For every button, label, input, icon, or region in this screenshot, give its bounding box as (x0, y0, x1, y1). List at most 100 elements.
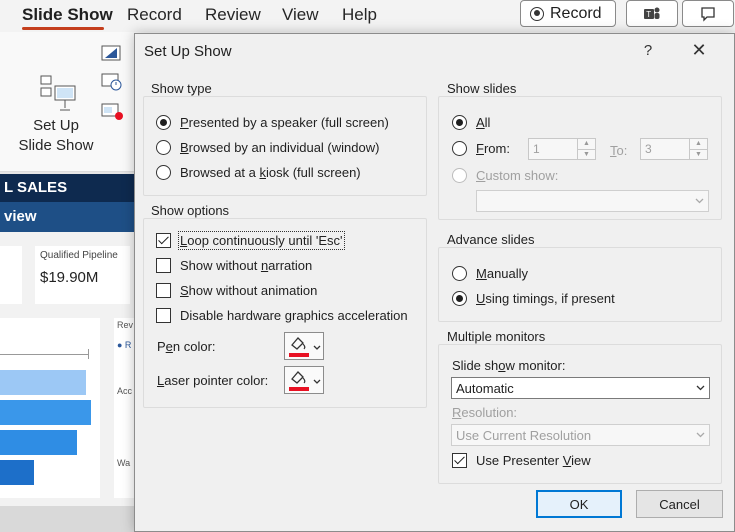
radio-button[interactable] (156, 165, 171, 180)
from-slide-value: 1 (533, 142, 540, 156)
ribbon-tab-bar: Slide Show Record Review View Help Recor… (0, 0, 735, 32)
from-slide-spinner[interactable]: 1 ▲ ▼ (528, 138, 596, 160)
checkbox-without-animation[interactable]: Show without animation (156, 283, 317, 298)
radio-using-timings[interactable]: Using timings, if present (452, 291, 615, 306)
chevron-down-icon (693, 378, 707, 398)
radio-label: All (476, 115, 491, 130)
checkbox[interactable] (156, 308, 171, 323)
hide-slide-icon[interactable] (101, 44, 123, 67)
radio-browsed-by-individual[interactable]: Browsed by an individual (window) (156, 140, 379, 155)
laser-color-icon (289, 369, 309, 391)
radio-label: Presented by a speaker (full screen) (180, 115, 389, 130)
checkbox[interactable] (156, 258, 171, 273)
kpi-card (0, 246, 22, 304)
to-label: To: (610, 143, 628, 158)
checkbox[interactable] (156, 283, 171, 298)
comment-icon (701, 6, 715, 22)
tab-review[interactable]: Review (205, 5, 261, 25)
slide-show-monitor-dropdown[interactable]: Automatic (451, 377, 710, 399)
spin-up-icon[interactable]: ▲ (690, 139, 707, 149)
chevron-down-icon (313, 373, 321, 388)
checkbox-label: Disable hardware graphics acceleration (180, 308, 408, 323)
pen-color-label: Pen color: (157, 339, 216, 354)
to-slide-value: 3 (645, 142, 652, 156)
chart-bar (0, 400, 91, 425)
show-slides-label: Show slides (445, 81, 519, 96)
to-slide-spinner[interactable]: 3 ▲ ▼ (640, 138, 708, 160)
checkbox-label: Show without narration (180, 258, 313, 273)
monitor-selected-value: Automatic (456, 380, 514, 396)
active-tab-indicator (22, 27, 104, 30)
radio-button[interactable] (452, 115, 467, 130)
pen-color-button[interactable] (284, 332, 324, 360)
radio-advance-manually[interactable]: Manually (452, 266, 528, 281)
chevron-down-icon (692, 191, 706, 211)
radio-button[interactable] (452, 291, 467, 306)
chart-axis (0, 354, 88, 355)
resolution-selected-value: Use Current Resolution (456, 427, 592, 443)
set-up-show-dialog: Set Up Show ? ✕ Show type Presented by a… (134, 33, 735, 532)
tab-slide-show[interactable]: Slide Show (22, 5, 113, 25)
close-button[interactable]: ✕ (688, 40, 710, 61)
bar-chart-card (0, 318, 100, 498)
spin-down-icon[interactable]: ▼ (690, 148, 707, 160)
radio-presented-by-speaker[interactable]: Presented by a speaker (full screen) (156, 115, 389, 130)
radio-browsed-at-kiosk[interactable]: Browsed at a kiosk (full screen) (156, 165, 361, 180)
chart-axis-tick (88, 349, 89, 359)
radio-label: Browsed by an individual (window) (180, 140, 380, 155)
chart-bar (0, 370, 86, 395)
teams-icon: T (644, 7, 660, 19)
radio-button[interactable] (156, 115, 171, 130)
side-label: Wa (117, 458, 131, 468)
cancel-button[interactable]: Cancel (636, 490, 723, 518)
radio-all-slides[interactable]: All (452, 115, 490, 130)
side-label: Acc (117, 386, 133, 396)
radio-label: Manually (476, 266, 529, 281)
tab-record[interactable]: Record (127, 5, 182, 25)
setup-slide-show-button[interactable]: Set Up Slide Show (16, 74, 96, 156)
spin-down-icon[interactable]: ▼ (578, 148, 595, 160)
spin-up-icon[interactable]: ▲ (578, 139, 595, 149)
radio-from-slides[interactable]: From: (452, 141, 510, 156)
record-icon (530, 6, 544, 21)
show-options-label: Show options (149, 203, 232, 218)
checkbox[interactable] (452, 453, 467, 468)
checkbox-loop-continuously[interactable]: Loop continuously until 'Esc' (156, 231, 345, 250)
radio-button[interactable] (156, 140, 171, 155)
setup-slideshow-icon (39, 74, 76, 112)
tab-help[interactable]: Help (342, 5, 377, 25)
teams-share-button[interactable]: T (626, 0, 678, 27)
slide-show-monitor-label: Slide show monitor: (452, 358, 566, 373)
chevron-down-icon (693, 425, 707, 445)
checkbox[interactable] (156, 233, 171, 248)
resolution-dropdown[interactable]: Use Current Resolution (451, 424, 710, 446)
checkbox-disable-hw-acceleration[interactable]: Disable hardware graphics acceleration (156, 308, 408, 323)
radio-button[interactable] (452, 141, 467, 156)
radio-custom-show[interactable]: Custom show: (452, 168, 558, 183)
help-button[interactable]: ? (638, 42, 658, 59)
checkbox-label: Use Presenter View (476, 453, 591, 468)
radio-label: Browsed at a kiosk (full screen) (180, 165, 361, 180)
status-strip (0, 506, 140, 532)
radio-button[interactable] (452, 168, 467, 183)
ok-button[interactable]: OK (536, 490, 622, 518)
side-label: Rev (117, 320, 134, 330)
record-slide-icon[interactable] (101, 102, 125, 125)
record-button[interactable]: Record (520, 0, 616, 27)
rehearse-timings-icon[interactable] (101, 72, 123, 95)
resolution-label: Resolution: (452, 405, 518, 420)
laser-pointer-color-button[interactable] (284, 366, 324, 394)
comments-button[interactable] (682, 0, 734, 27)
multiple-monitors-label: Multiple monitors (445, 329, 548, 344)
tab-view[interactable]: View (282, 5, 319, 25)
checkbox-without-narration[interactable]: Show without narration (156, 258, 312, 273)
kpi-label: Qualified Pipeline (40, 250, 118, 261)
checkbox-label: Show without animation (180, 283, 318, 298)
checkbox-label: Loop continuously until 'Esc' (178, 231, 345, 250)
show-type-label: Show type (149, 81, 214, 96)
radio-button[interactable] (452, 266, 467, 281)
checkbox-use-presenter-view[interactable]: Use Presenter View (452, 453, 591, 468)
kpi-card-pipeline: Qualified Pipeline $19.90M (35, 246, 130, 304)
custom-show-dropdown[interactable] (476, 190, 709, 212)
chevron-down-icon (313, 339, 321, 354)
